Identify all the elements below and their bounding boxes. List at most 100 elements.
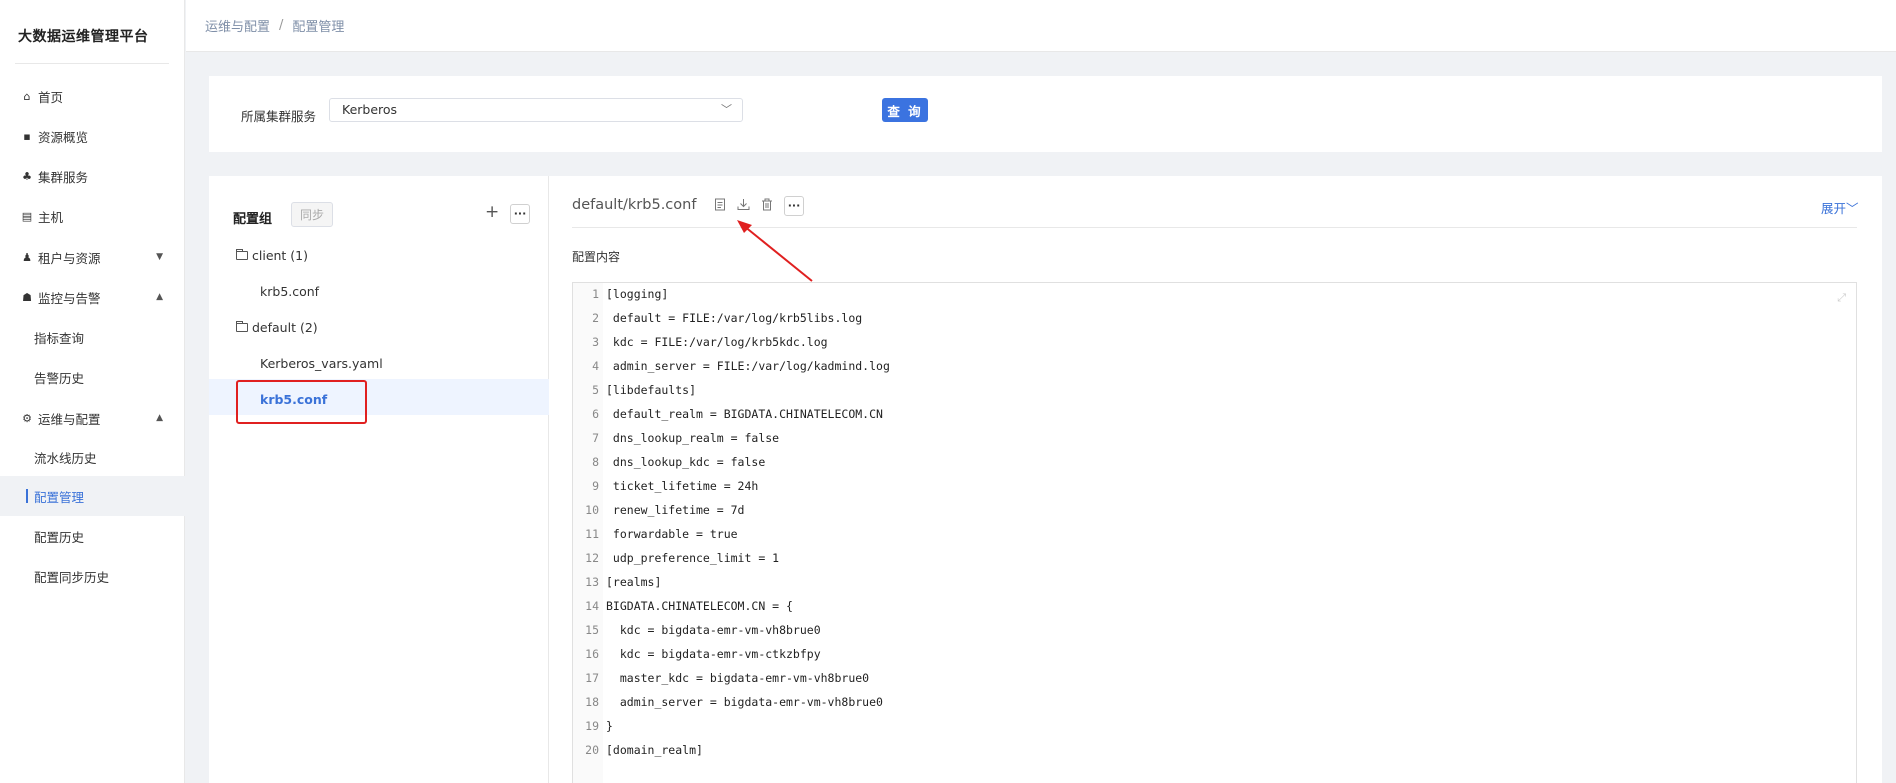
code-line: 3 kdc = FILE:/var/log/krb5kdc.log xyxy=(573,335,1856,359)
line-number: 3 xyxy=(592,335,599,349)
app-title: 大数据运维管理平台 xyxy=(18,29,149,45)
line-number: 16 xyxy=(585,647,599,661)
chevron-up-icon: ▲ xyxy=(156,413,163,423)
code-line: 5 [libdefaults] xyxy=(573,383,1856,407)
file-more-options-button[interactable]: ··· xyxy=(784,196,804,216)
sidebar-item-tenant-resource[interactable]: ♟ 租户与资源 ▼ xyxy=(0,237,185,277)
line-number: 18 xyxy=(585,695,599,709)
tree-file-client-krb5[interactable]: krb5.conf xyxy=(260,284,319,299)
sidebar-item-config-history[interactable]: 配置历史 xyxy=(0,516,185,556)
sidebar-item-ops-config[interactable]: ⚙ 运维与配置 ▲ xyxy=(0,398,185,438)
chevron-up-icon: ▲ xyxy=(156,292,163,302)
line-number: 5 xyxy=(592,383,599,397)
line-number: 13 xyxy=(585,575,599,589)
divider xyxy=(572,227,1857,228)
code-line: 1 [logging] xyxy=(573,287,1856,311)
code-line: 20 [domain_realm] xyxy=(573,743,1856,767)
file-view-pane: default/krb5.conf ··· 展开﹀ 配置内容 ⤢ 1 [loggi… xyxy=(550,176,1882,783)
code-line-text: dns_lookup_kdc = false xyxy=(606,455,766,469)
add-icon[interactable]: + xyxy=(485,202,499,222)
line-number: 12 xyxy=(585,551,599,565)
code-line-text: [logging] xyxy=(606,287,669,301)
code-line-text: kdc = FILE:/var/log/krb5kdc.log xyxy=(606,335,828,349)
line-number: 15 xyxy=(585,623,599,637)
expand-link[interactable]: 展开﹀ xyxy=(1821,198,1859,217)
select-value: Kerberos xyxy=(342,102,398,117)
filter-panel: 所属集群服务 Kerberos ﹀ 查 询 xyxy=(209,76,1882,152)
chevron-down-icon: ﹀ xyxy=(721,103,732,116)
code-line-text: default = FILE:/var/log/krb5libs.log xyxy=(606,311,863,325)
breadcrumb-parent[interactable]: 运维与配置 xyxy=(205,16,270,35)
code-line-text: kdc = bigdata-emr-vm-vh8brue0 xyxy=(606,623,821,637)
sidebar-item-config-sync-history[interactable]: 配置同步历史 xyxy=(0,556,185,596)
trash-icon[interactable] xyxy=(761,198,773,215)
sidebar-item-config-management[interactable]: 配置管理 xyxy=(0,476,185,516)
code-line: 14 BIGDATA.CHINATELECOM.CN = { xyxy=(573,599,1856,623)
code-line: 12 udp_preference_limit = 1 xyxy=(573,551,1856,575)
code-line: 4 admin_server = FILE:/var/log/kadmind.l… xyxy=(573,359,1856,383)
code-line-text: kdc = bigdata-emr-vm-ctkzbfpy xyxy=(606,647,821,661)
code-line-text: forwardable = true xyxy=(606,527,738,541)
sync-button[interactable]: 同步 xyxy=(291,202,333,227)
line-number: 20 xyxy=(585,743,599,757)
sidebar-item-home[interactable]: ⌂ 首页 xyxy=(0,76,185,116)
monitor-icon: ▪ xyxy=(23,129,31,143)
code-line-text: default_realm = BIGDATA.CHINATELECOM.CN xyxy=(606,407,883,421)
code-line: 13 [realms] xyxy=(573,575,1856,599)
code-editor[interactable]: ⤢ 1 [logging] 2 default = FILE:/var/log/kr… xyxy=(572,282,1857,783)
more-options-button[interactable]: ··· xyxy=(510,204,530,224)
chevron-down-icon: ﹀ xyxy=(1846,201,1859,216)
code-line: 11 forwardable = true xyxy=(573,527,1856,551)
code-line-text: dns_lookup_realm = false xyxy=(606,431,780,445)
sidebar-item-host[interactable]: ▤ 主机 xyxy=(0,196,185,236)
sidebar-item-label: 主机 xyxy=(38,209,64,225)
code-line: 17 master_kdc = bigdata-emr-vm-vh8brue0 xyxy=(573,671,1856,695)
line-number: 4 xyxy=(592,359,599,373)
code-line: 8 dns_lookup_kdc = false xyxy=(573,455,1856,479)
line-number: 7 xyxy=(592,431,599,445)
annotation-highlight-box xyxy=(236,380,367,424)
tree-folder-default[interactable]: default (2) xyxy=(236,320,318,335)
sidebar-item-label: 指标查询 xyxy=(34,330,85,346)
sidebar-item-pipeline-history[interactable]: 流水线历史 xyxy=(0,437,185,477)
config-panel: 配置组 同步 + ··· client (1) krb5.conf defaul… xyxy=(209,176,1882,783)
home-icon: ⌂ xyxy=(23,89,31,103)
code-line-text: admin_server = bigdata-emr-vm-vh8brue0 xyxy=(606,695,883,709)
tree-file-kerberos-vars[interactable]: Kerberos_vars.yaml xyxy=(260,356,383,371)
code-line: 15 kdc = bigdata-emr-vm-vh8brue0 xyxy=(573,623,1856,647)
sidebar-item-label: 配置历史 xyxy=(34,529,85,545)
code-line-text: } xyxy=(606,719,613,733)
tree-folder-client[interactable]: client (1) xyxy=(236,248,308,263)
line-number: 2 xyxy=(592,311,599,325)
sidebar-item-alert-history[interactable]: 告警历史 xyxy=(0,357,185,397)
sidebar: 大数据运维管理平台 ⌂ 首页 ▪ 资源概览 ♣ 集群服务 ▤ 主机 ♟ 租户与资… xyxy=(0,0,185,783)
sidebar-item-cluster-service[interactable]: ♣ 集群服务 xyxy=(0,156,185,196)
expand-label: 展开 xyxy=(1821,201,1847,216)
code-line-text: [realms] xyxy=(606,575,662,589)
code-line: 9 ticket_lifetime = 24h xyxy=(573,479,1856,503)
sidebar-item-label: 配置同步历史 xyxy=(34,569,110,585)
code-line-text: [domain_realm] xyxy=(606,743,703,757)
sidebar-item-monitoring-alerts[interactable]: ☗ 监控与告警 ▲ xyxy=(0,277,185,317)
code-line: 7 dns_lookup_realm = false xyxy=(573,431,1856,455)
sidebar-item-label: 运维与配置 xyxy=(38,411,101,427)
sidebar-item-label: 流水线历史 xyxy=(34,450,97,466)
line-number: 6 xyxy=(592,407,599,421)
code-line: 10 renew_lifetime = 7d xyxy=(573,503,1856,527)
document-icon[interactable] xyxy=(714,198,726,215)
download-icon[interactable] xyxy=(737,198,750,215)
query-button[interactable]: 查 询 xyxy=(882,98,928,122)
cluster-service-label: 所属集群服务 xyxy=(241,109,317,124)
sidebar-item-resource-overview[interactable]: ▪ 资源概览 xyxy=(0,116,185,156)
line-number: 9 xyxy=(592,479,599,493)
line-number: 8 xyxy=(592,455,599,469)
code-line-text: admin_server = FILE:/var/log/kadmind.log xyxy=(606,359,890,373)
folder-icon xyxy=(236,249,248,260)
code-line-text: BIGDATA.CHINATELECOM.CN = { xyxy=(606,599,793,613)
breadcrumb-current: 配置管理 xyxy=(292,20,345,35)
sidebar-item-label: 首页 xyxy=(38,89,64,105)
cluster-service-select[interactable]: Kerberos ﹀ xyxy=(329,98,743,122)
sidebar-item-metric-query[interactable]: 指标查询 xyxy=(0,317,185,357)
code-line-text: udp_preference_limit = 1 xyxy=(606,551,780,565)
code-line-text: [libdefaults] xyxy=(606,383,697,397)
